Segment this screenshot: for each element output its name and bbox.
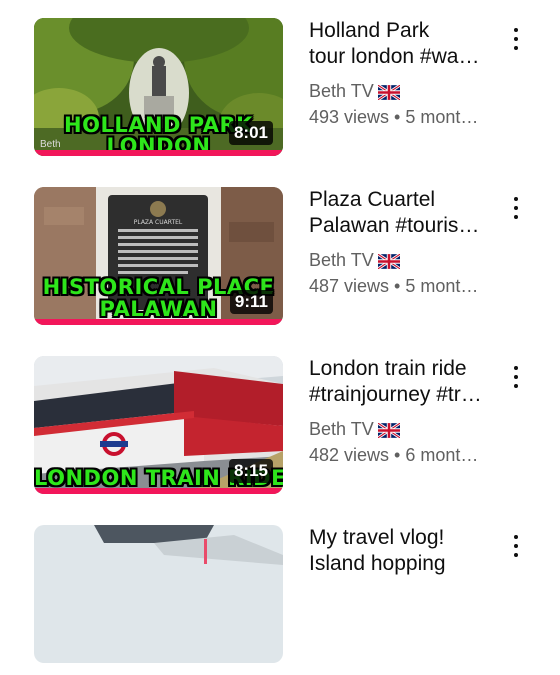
more-vert-icon[interactable]	[505, 533, 527, 559]
video-title-line: My travel vlog!	[309, 526, 445, 549]
video-thumbnail[interactable]: LONDON TRAIN RIDE 8:15	[34, 356, 283, 494]
plaque-heading: PLAZA CUARTEL	[134, 219, 183, 226]
video-title[interactable]: London train ride #trainjourney #tr…	[309, 356, 499, 408]
video-title-line: Island hopping	[309, 552, 446, 575]
video-title[interactable]: My travel vlog! Island hopping	[309, 525, 499, 577]
more-vert-icon[interactable]	[505, 195, 527, 221]
video-thumbnail[interactable]	[34, 525, 283, 663]
video-title-line: Plaza Cuartel	[309, 188, 436, 211]
video-meta: 487 views • 5 mont…	[309, 276, 479, 296]
video-item[interactable]: My travel vlog! Island hopping	[0, 525, 560, 675]
more-vert-icon[interactable]	[505, 26, 527, 52]
channel-name[interactable]: Beth TV	[309, 79, 499, 103]
video-title-line: Holland Park	[309, 19, 430, 42]
channel-label: Beth TV	[309, 419, 374, 439]
video-info[interactable]: Plaza Cuartel Palawan #touris… Beth TV 4…	[309, 187, 499, 300]
watch-progress-bar	[34, 488, 283, 494]
video-info[interactable]: London train ride #trainjourney #tr… Bet…	[309, 356, 499, 469]
watch-progress-bar	[34, 150, 283, 156]
video-meta: 482 views • 6 mont…	[309, 445, 479, 465]
channel-name[interactable]: Beth TV	[309, 248, 499, 272]
uk-flag-icon	[377, 423, 400, 438]
channel-name[interactable]: Beth TV	[309, 417, 499, 441]
video-info[interactable]: Holland Park tour london #wa… Beth TV 49…	[309, 18, 499, 131]
watch-progress-bar	[34, 319, 283, 325]
thumbnail-image	[34, 525, 283, 663]
uk-flag-icon	[377, 254, 400, 269]
video-item[interactable]: LONDON TRAIN RIDE 8:15 London train ride…	[0, 356, 560, 506]
video-title-line: Palawan #touris…	[309, 214, 480, 237]
video-title[interactable]: Plaza Cuartel Palawan #touris…	[309, 187, 499, 239]
uk-flag-icon	[377, 85, 400, 100]
thumbnail-watermark: Beth	[40, 139, 61, 150]
video-title-line: tour london #wa…	[309, 45, 480, 68]
duration-badge: 8:01	[228, 121, 273, 145]
video-info[interactable]: My travel vlog! Island hopping	[309, 525, 499, 577]
video-title-line: #trainjourney #tr…	[309, 383, 482, 406]
video-thumbnail[interactable]: HOLLAND PARK LONDON Beth 8:01	[34, 18, 283, 156]
channel-label: Beth TV	[309, 250, 374, 270]
video-title-line: London train ride	[309, 357, 467, 380]
more-vert-icon[interactable]	[505, 364, 527, 390]
duration-badge: 8:15	[228, 459, 273, 483]
video-title[interactable]: Holland Park tour london #wa…	[309, 18, 499, 70]
video-item[interactable]: PLAZA CUARTEL HISTORICAL PLACE PALAWAN 9…	[0, 187, 560, 337]
duration-badge: 9:11	[229, 290, 273, 314]
video-meta: 493 views • 5 mont…	[309, 107, 479, 127]
channel-label: Beth TV	[309, 81, 374, 101]
video-item[interactable]: HOLLAND PARK LONDON Beth 8:01 Holland Pa…	[0, 18, 560, 168]
video-thumbnail[interactable]: PLAZA CUARTEL HISTORICAL PLACE PALAWAN 9…	[34, 187, 283, 325]
